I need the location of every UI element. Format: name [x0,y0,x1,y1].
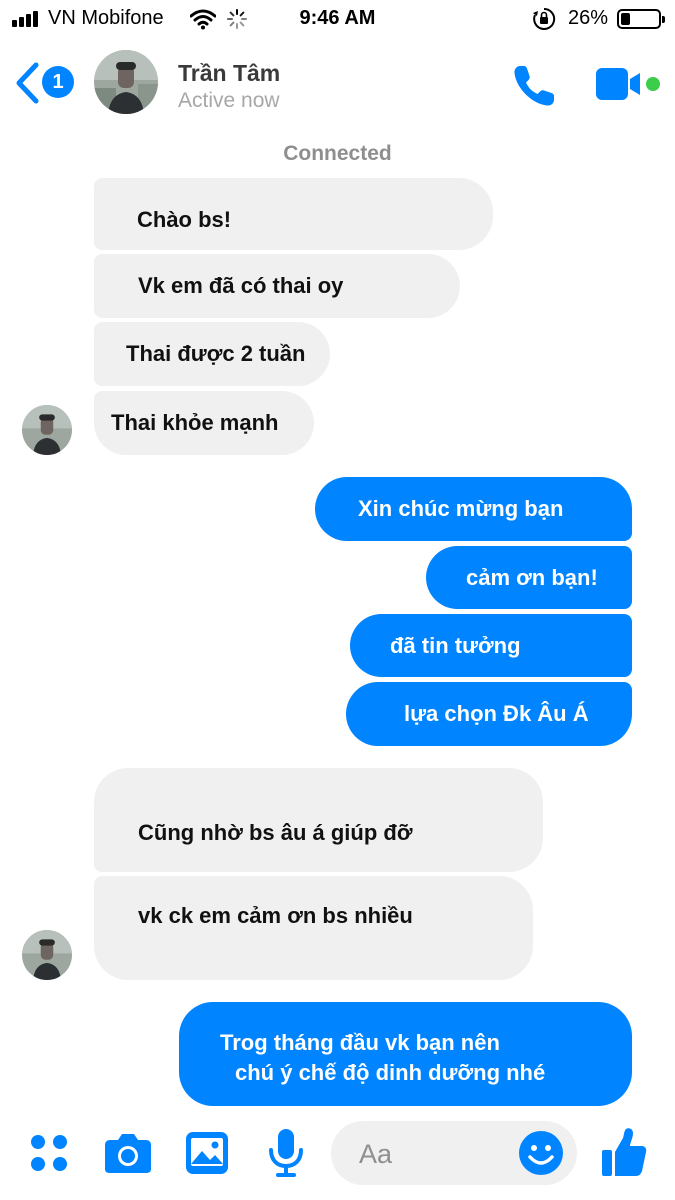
message-text-line: chú ý chế độ dinh dưỡng nhé [235,1060,546,1085]
input-placeholder: Aa [359,1139,393,1169]
message-text: Thai được 2 tuần [126,341,306,366]
message-bubble-incoming[interactable]: Chào bs! [94,178,493,250]
emoji-icon [519,1131,563,1175]
contact-avatar-small[interactable] [22,405,72,455]
contact-avatar-small[interactable] [22,930,72,980]
message-text: lựa chọn Đk Âu Á [404,701,589,726]
video-call-button[interactable] [596,64,660,104]
message-bubble-outgoing[interactable]: Xin chúc mừng bạn [315,477,632,541]
contact-name[interactable]: Trần Tâm [178,60,280,87]
back-chevron-icon [16,62,39,104]
like-button[interactable] [601,1126,647,1178]
thumbs-up-icon [602,1128,647,1176]
message-composer: Aa [0,1106,675,1200]
battery-icon [617,9,665,29]
message-text: Chào bs! [137,207,232,232]
emoji-button[interactable] [518,1130,564,1176]
photo-icon [186,1132,228,1174]
message-bubble-incoming[interactable]: Thai khỏe mạnh [94,391,314,455]
status-bar: VN Mobifone 9:46 AM 26% [0,0,675,40]
conversation-header: 1 Trần Tâm Active now [0,40,675,132]
message-bubble-outgoing[interactable]: đã tin tưởng [350,614,632,677]
gallery-button[interactable] [185,1131,229,1175]
camera-button[interactable] [104,1132,152,1174]
video-camera-icon [596,68,640,100]
message-bubble-outgoing[interactable]: Trog tháng đầu vk bạn nên chú ý chế độ d… [179,1002,632,1106]
message-bubble-incoming[interactable]: Vk em đã có thai oy [94,254,460,318]
phone-icon [514,66,554,106]
message-text: Thai khỏe mạnh [111,410,279,435]
camera-icon [105,1134,151,1173]
message-text: Vk em đã có thai oy [138,273,344,298]
voice-call-button[interactable] [510,60,560,110]
message-text: Cũng nhờ bs âu á giúp đỡ [138,820,413,845]
voice-message-button[interactable] [267,1128,305,1178]
message-bubble-incoming[interactable]: Thai được 2 tuần [94,322,330,386]
message-text: vk ck em cảm ơn bs nhiều [138,903,413,928]
message-bubble-incoming[interactable]: Cũng nhờ bs âu á giúp đỡ [94,768,543,872]
message-text: Xin chúc mừng bạn [358,496,564,521]
unread-badge: 1 [42,66,74,98]
apps-grid-icon [31,1135,67,1171]
active-status: Active now [178,89,280,112]
message-bubble-incoming[interactable]: vk ck em cảm ơn bs nhiều [94,876,533,980]
contact-avatar[interactable] [94,50,158,114]
back-button[interactable]: 1 [14,60,80,106]
online-indicator [646,77,660,91]
message-text: cảm ơn bạn! [466,564,598,590]
microphone-icon [269,1129,303,1177]
more-actions-button[interactable] [30,1134,68,1172]
message-bubble-outgoing[interactable]: cảm ơn bạn! [426,546,632,609]
battery-percent: 26% [568,7,609,29]
orientation-lock-icon [533,7,556,30]
connection-status: Connected [283,142,392,165]
message-text-line: Trog tháng đầu vk bạn nên [220,1030,500,1055]
message-text: đã tin tưởng [390,632,521,658]
message-bubble-outgoing[interactable]: lựa chọn Đk Âu Á [346,682,632,746]
